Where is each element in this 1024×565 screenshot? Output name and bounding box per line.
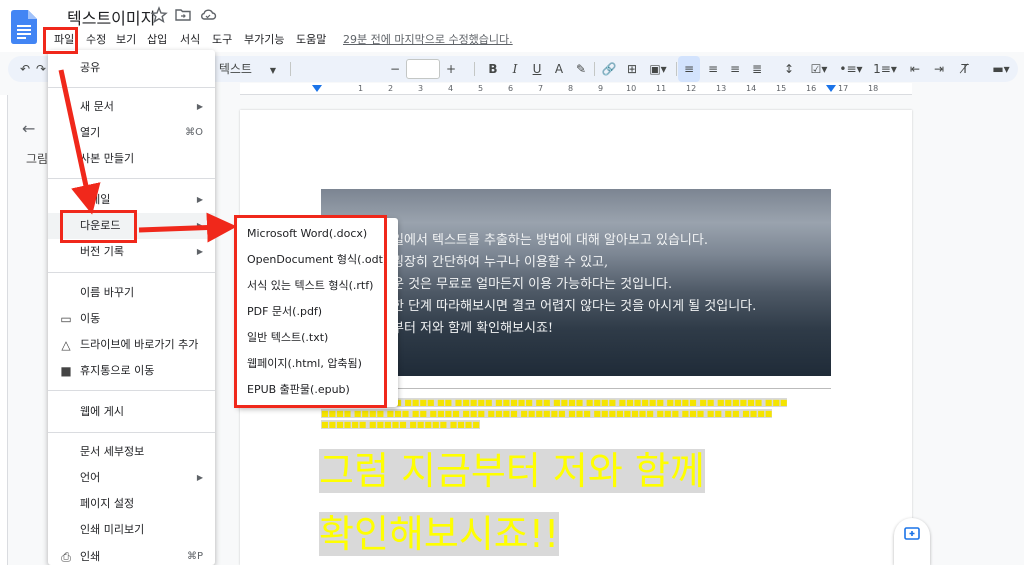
arrow-to-formats — [138, 212, 237, 243]
add-comment-icon — [904, 527, 920, 540]
arrow-to-download — [58, 69, 101, 215]
add-comment-fab[interactable] — [894, 518, 930, 565]
annotation-arrows — [58, 69, 237, 243]
